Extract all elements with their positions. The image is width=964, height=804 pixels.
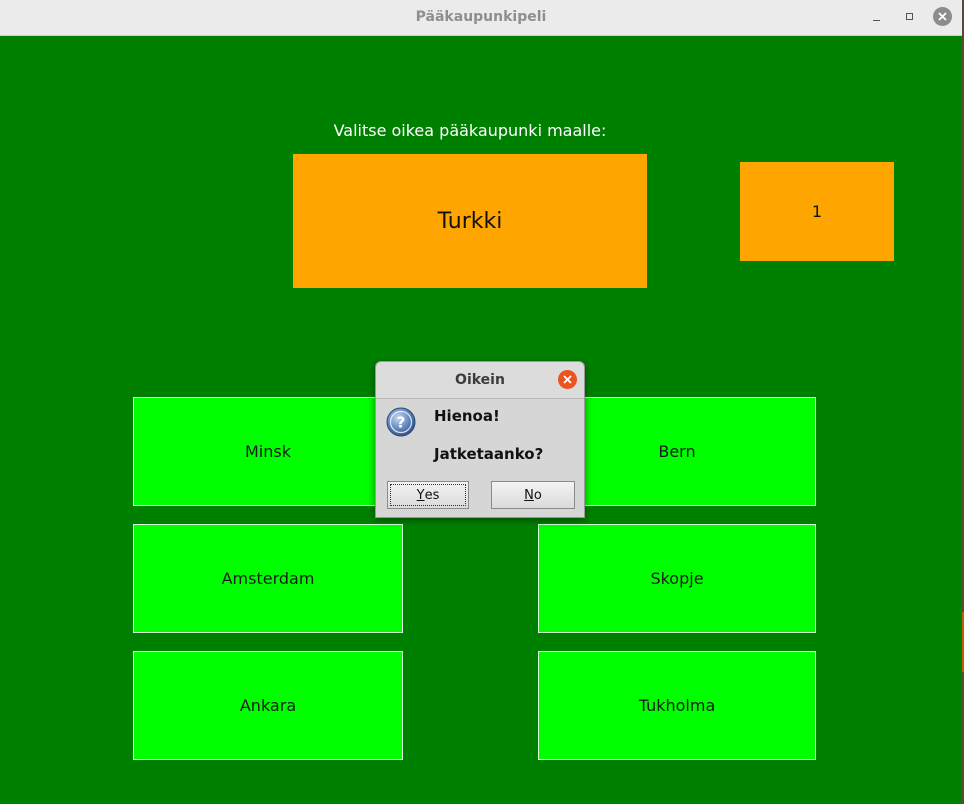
dialog-titlebar[interactable]: Oikein (376, 362, 584, 399)
yes-label: es (424, 487, 440, 503)
question-prompt: Valitse oikea pääkaupunki maalle: (333, 121, 607, 140)
no-mnemonic: N (524, 487, 534, 503)
window-titlebar[interactable]: Pääkaupunkipeli (0, 0, 962, 36)
confirm-dialog: Oikein ? Hienoa! Jatketaanko? Y es N o (375, 361, 585, 518)
minimize-icon[interactable] (867, 8, 885, 26)
answer-button-1[interactable]: Minsk (133, 397, 403, 506)
main-window: Pääkaupunkipeli Valitse oikea pääkaupunk… (0, 0, 962, 804)
answer-button-3[interactable]: Amsterdam (133, 524, 403, 633)
dialog-message-title: Hienoa! (434, 407, 500, 425)
dialog-message-question: Jatketaanko? (434, 445, 544, 463)
dialog-close-icon[interactable] (558, 370, 577, 389)
answer-button-4[interactable]: Skopje (538, 524, 816, 633)
window-title: Pääkaupunkipeli (415, 9, 547, 25)
score-counter: 1 (740, 162, 894, 261)
svg-text:?: ? (397, 414, 406, 432)
answer-button-5[interactable]: Ankara (133, 651, 403, 760)
yes-button[interactable]: Yes (387, 481, 469, 509)
dialog-title: Oikein (455, 372, 505, 388)
question-icon: ? (386, 407, 416, 437)
maximize-icon[interactable] (901, 8, 919, 26)
yes-mnemonic: Y (416, 487, 425, 503)
no-label: o (533, 487, 542, 503)
answer-button-6[interactable]: Tukholma (538, 651, 816, 760)
country-label: Turkki (293, 154, 647, 288)
close-icon[interactable] (933, 7, 952, 26)
no-button[interactable]: No (491, 481, 575, 509)
